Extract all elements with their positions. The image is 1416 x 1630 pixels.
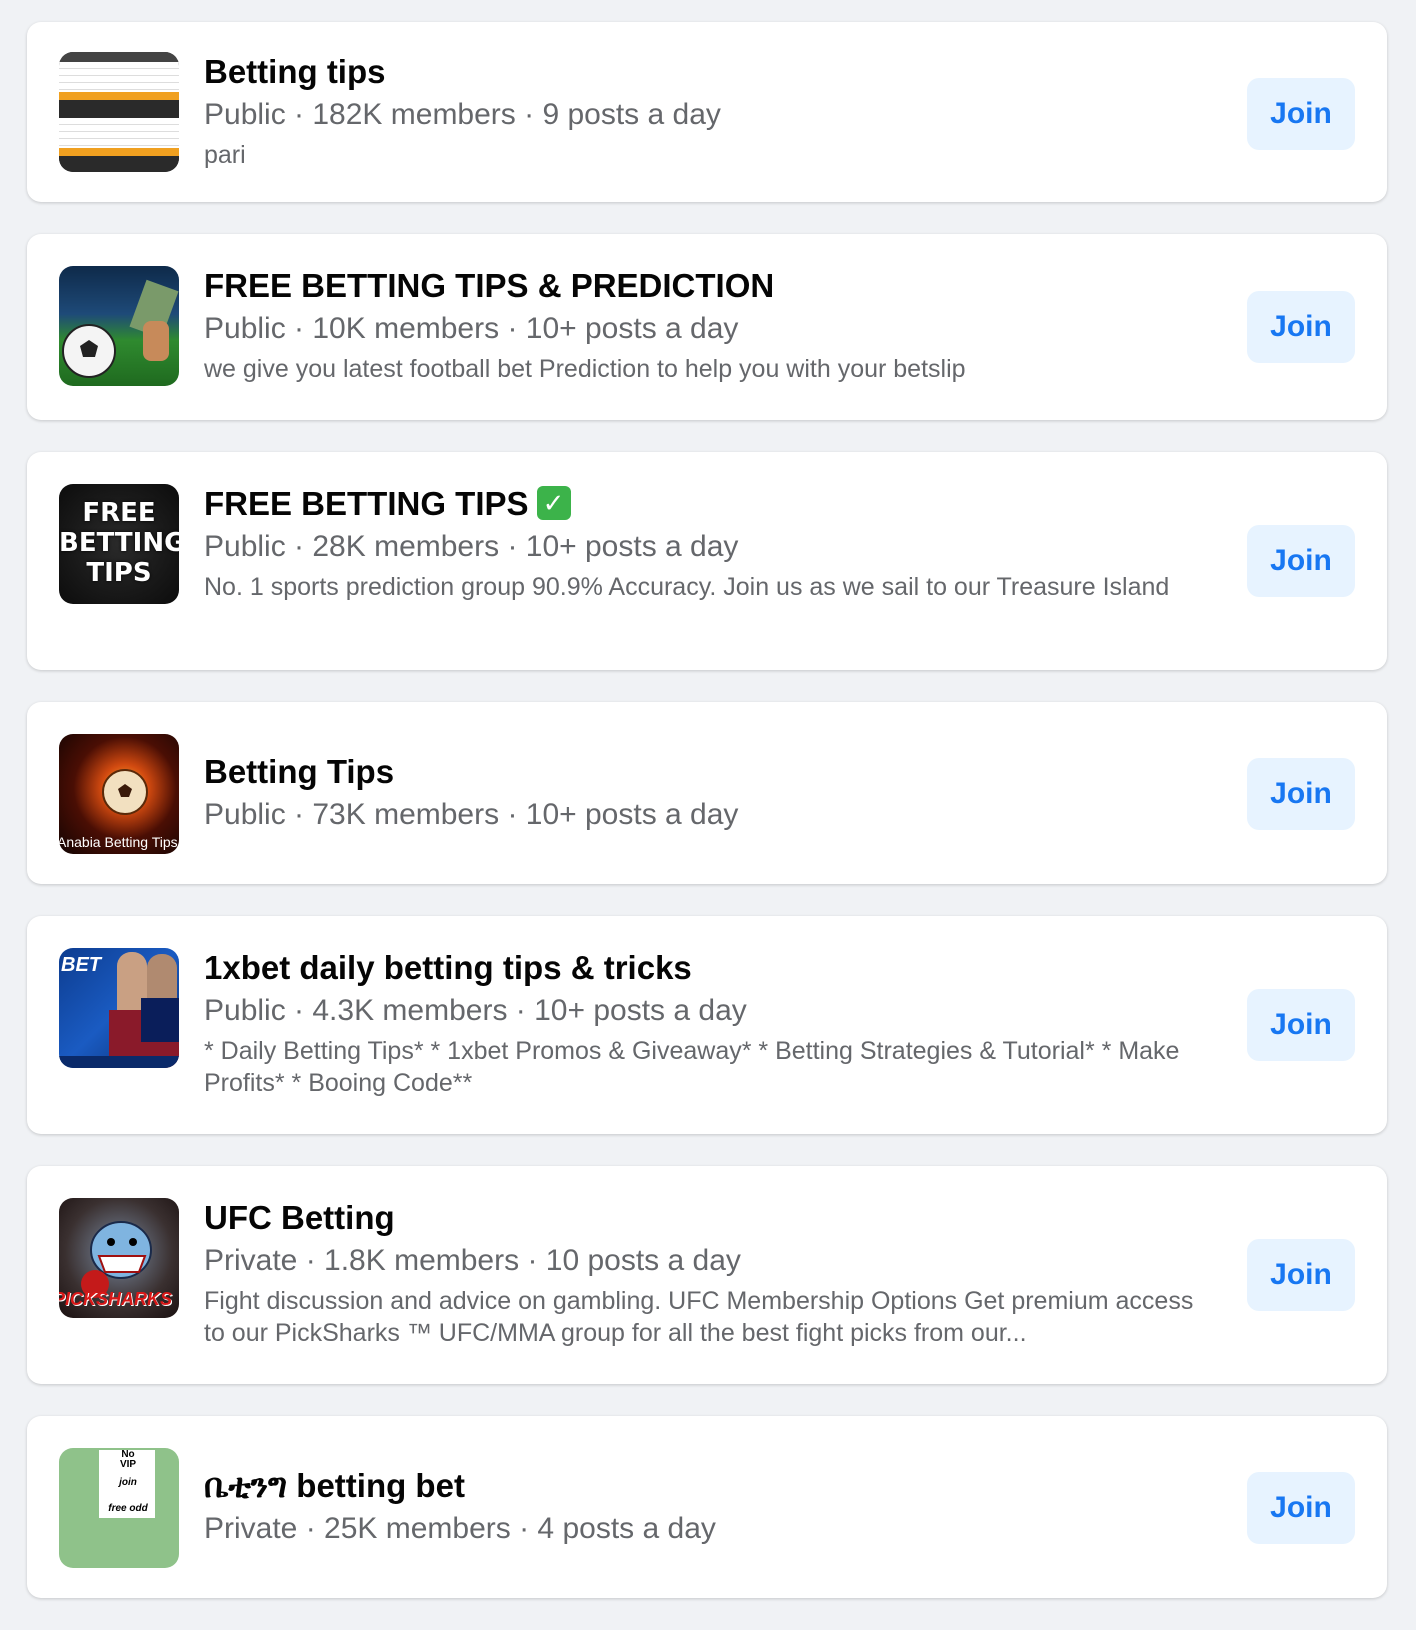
thumb-text: Anabia Betting Tips: [59, 834, 178, 850]
group-title[interactable]: FREE BETTING TIPS & PREDICTION: [204, 266, 1217, 306]
join-button[interactable]: Join: [1247, 525, 1355, 597]
group-title[interactable]: Betting Tips: [204, 752, 1217, 792]
join-button[interactable]: Join: [1247, 989, 1355, 1061]
group-title-text: FREE BETTING TIPS: [204, 485, 529, 522]
join-button[interactable]: Join: [1247, 78, 1355, 150]
join-button[interactable]: Join: [1247, 758, 1355, 830]
group-card[interactable]: PICKSHARKS UFC Betting Private · 1.8K me…: [27, 1166, 1387, 1384]
thumb-text: PICKSHARKS: [59, 1289, 173, 1309]
join-button[interactable]: Join: [1247, 1472, 1355, 1544]
join-button[interactable]: Join: [1247, 291, 1355, 363]
group-description: * Daily Betting Tips* * 1xbet Promos & G…: [204, 1037, 1180, 1097]
thumb-text: TIPS: [86, 558, 152, 588]
group-meta: Public · 73K members · 10+ posts a day: [204, 798, 739, 831]
group-meta: Public · 4.3K members · 10+ posts a day: [204, 994, 747, 1027]
check-mark-icon: ✓: [536, 486, 571, 521]
group-card[interactable]: BET 1xbet daily betting tips & tricks Pu…: [27, 916, 1387, 1134]
group-description: Fight discussion and advice on gambling.…: [204, 1287, 1194, 1347]
group-card[interactable]: Betting tips Public · 182K members · 9 p…: [27, 22, 1387, 202]
group-title[interactable]: ቤቲንግ betting bet: [204, 1466, 1217, 1506]
group-meta: Public · 10K members · 10+ posts a day: [204, 312, 739, 345]
group-title[interactable]: FREE BETTING TIPS ✓: [204, 484, 1217, 524]
group-list: Betting tips Public · 182K members · 9 p…: [27, 22, 1387, 1630]
group-thumbnail[interactable]: [59, 266, 179, 386]
thumb-text: BET: [61, 954, 101, 976]
group-description: pari: [204, 141, 246, 169]
group-card[interactable]: FREE BETTING TIPS & PREDICTION Public · …: [27, 234, 1387, 420]
group-thumbnail[interactable]: Anabia Betting Tips: [59, 734, 179, 854]
group-meta: Public · 28K members · 10+ posts a day: [204, 530, 739, 563]
group-card[interactable]: Anabia Betting Tips Betting Tips Public …: [27, 702, 1387, 884]
group-description: we give you latest football bet Predicti…: [204, 355, 966, 383]
thumb-text: FREE: [82, 498, 156, 528]
group-thumbnail[interactable]: PICKSHARKS: [59, 1198, 179, 1318]
thumb-text: join: [119, 1477, 137, 1488]
thumb-text: VIP: [119, 1459, 137, 1470]
soccer-ball-icon: [62, 279, 179, 378]
group-thumbnail[interactable]: BET: [59, 948, 179, 1068]
group-thumbnail[interactable]: FREE BETTING TIPS: [59, 484, 179, 604]
group-title[interactable]: 1xbet daily betting tips & tricks: [204, 948, 1217, 988]
group-description: No. 1 sports prediction group 90.9% Accu…: [204, 573, 1170, 601]
group-card[interactable]: FREE BETTING TIPS FREE BETTING TIPS ✓ Pub…: [27, 452, 1387, 670]
thumb-text: BETTING: [59, 528, 179, 558]
group-thumbnail[interactable]: No VIP join free odd: [59, 1448, 179, 1568]
group-title[interactable]: Betting tips: [204, 52, 1217, 92]
group-title[interactable]: UFC Betting: [204, 1198, 1217, 1238]
group-meta: Public · 182K members · 9 posts a day: [204, 98, 721, 131]
thumb-text: free odd: [108, 1503, 148, 1514]
group-card[interactable]: No VIP join free odd ቤቲንግ betting bet Pr…: [27, 1416, 1387, 1598]
group-meta: Private · 25K members · 4 posts a day: [204, 1512, 716, 1545]
join-button[interactable]: Join: [1247, 1239, 1355, 1311]
group-thumbnail[interactable]: [59, 52, 179, 172]
group-meta: Private · 1.8K members · 10 posts a day: [204, 1244, 741, 1277]
